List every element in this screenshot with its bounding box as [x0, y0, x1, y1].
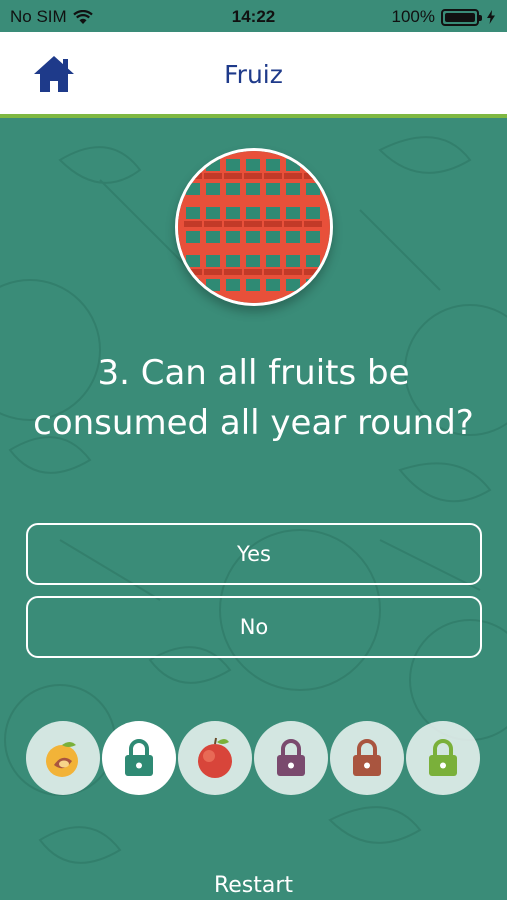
answer-yes-button[interactable]: Yes — [26, 523, 482, 585]
progress-row — [26, 721, 482, 795]
nav-bar: Fruiz — [0, 32, 507, 118]
peach-icon — [46, 742, 78, 777]
lock-icon — [125, 739, 153, 776]
restart-button[interactable]: Restart — [0, 873, 507, 898]
progress-item-current[interactable] — [102, 721, 176, 795]
question-text: 3. Can all fruits be consumed all year r… — [33, 353, 474, 443]
answer-no-button[interactable]: No — [26, 596, 482, 658]
battery-group: 100% — [392, 7, 495, 27]
page-title: Fruiz — [224, 60, 283, 89]
lock-icon — [277, 739, 305, 776]
progress-item-locked-2[interactable] — [330, 721, 404, 795]
progress-item-apple[interactable] — [178, 721, 252, 795]
progress-item-peach[interactable] — [26, 721, 100, 795]
apple-icon — [198, 737, 232, 778]
progress-item-locked-1[interactable] — [254, 721, 328, 795]
calendar-illustration — [178, 151, 330, 303]
progress-item-locked-3[interactable] — [406, 721, 480, 795]
question-image — [175, 148, 333, 306]
lock-icon — [353, 739, 381, 776]
status-bar: No SIM 14:22 100% — [0, 0, 507, 32]
battery-icon — [441, 8, 482, 26]
lock-icon — [429, 739, 457, 776]
battery-percent: 100% — [391, 7, 435, 26]
charging-icon — [487, 10, 495, 24]
